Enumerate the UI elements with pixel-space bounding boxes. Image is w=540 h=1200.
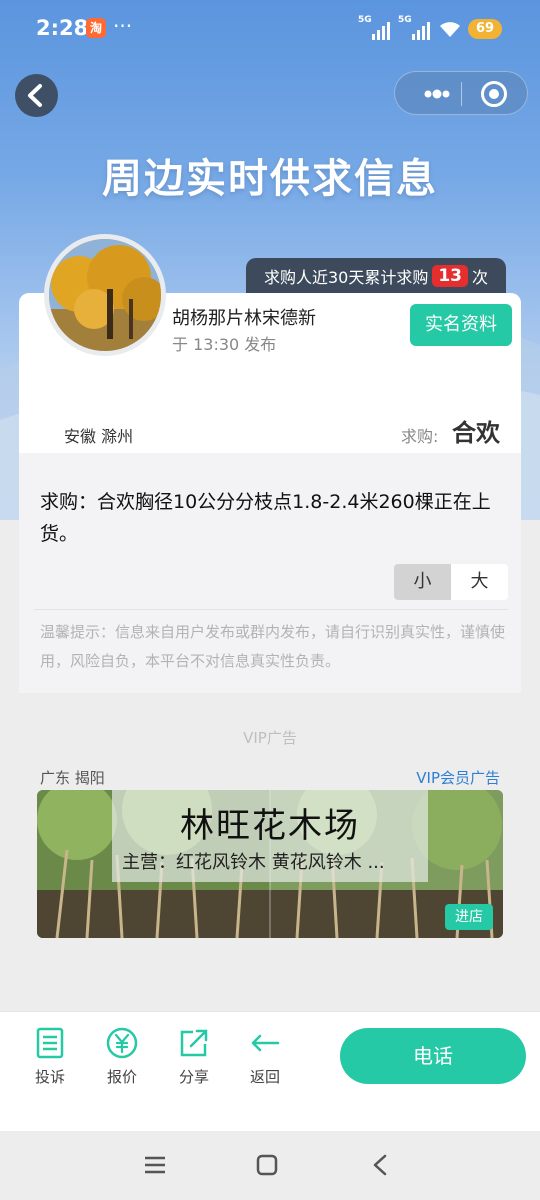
bottom-action-bar: 投诉 报价 分享 返回 电话 [0,1011,540,1131]
taobao-app-icon: 淘 [86,18,106,38]
return-label: 返回 [249,1068,280,1086]
system-back-icon[interactable] [370,1153,390,1177]
signal-icon: 5G [398,15,432,40]
return-button[interactable]: 返回 [235,1026,295,1087]
back-arrow-icon [251,1034,280,1052]
enter-shop-button[interactable]: 进店 [445,904,493,930]
disclaimer-notice: 温馨提示：信息来自用户发布或群内发布，请自行识别真实性，谨慎使用，风险自负，本平… [40,623,506,670]
post-time: 于 13:30 发布 [172,335,277,354]
quote-label: 报价 [106,1068,137,1086]
avatar-image [49,239,161,351]
status-bar: 2:28 淘 ··· 5G 5G 69 [0,0,540,60]
more-notifications-icon: ··· [113,14,133,38]
ad-location: 广东 揭阳 [40,769,105,787]
complaint-button[interactable]: 投诉 [20,1026,80,1087]
battery-icon: 69 [468,19,502,39]
complaint-icon [36,1027,64,1059]
home-icon[interactable] [256,1154,278,1176]
count-prefix: 求购人近30天累计求购 [263,268,429,287]
share-label: 分享 [178,1068,209,1086]
capsule-divider [461,82,462,106]
divider [34,609,508,610]
font-size-large-button[interactable]: 大 [451,564,508,600]
page-title: 周边实时供求信息 [102,156,438,202]
purchase-count-badge: 求购人近30天累计求购 13 次 [246,258,506,294]
ad-main-business: 主营：红花风铃木 黄花风铃木 ... [122,852,385,873]
miniprogram-capsule [394,71,528,115]
vip-ad-section-label: VIP广告 [243,729,297,747]
more-dots-icon [424,89,450,99]
quote-button[interactable]: 报价 [92,1026,152,1087]
complaint-label: 投诉 [34,1068,65,1086]
count-suffix: 次 [472,268,489,287]
status-time: 2:28 [36,16,89,40]
wifi-icon [440,22,460,37]
buy-product: 合欢 [452,419,500,447]
buy-label: 求购: [401,427,439,446]
phone-call-button[interactable]: 电话 [340,1028,526,1084]
close-miniprogram-icon[interactable] [481,81,507,107]
detail-section: 求购：合欢胸径10公分分枝点1.8-2.4米260棵正在上货。 小 大 温馨提示… [19,453,521,693]
chevron-left-icon [28,84,42,107]
vip-member-ad-link[interactable]: VIP会员广告 [416,767,500,788]
ad-shop-name: 林旺花木场 [180,806,360,846]
ad-banner[interactable]: 林旺花木场 主营：红花风铃木 黄花风铃木 ... 进店 [37,790,503,938]
recent-apps-icon[interactable] [143,1155,167,1175]
share-icon [180,1029,208,1057]
avatar[interactable] [44,234,166,356]
buyer-location: 安徽 滁州 [64,427,134,446]
back-button[interactable] [15,74,58,117]
ad-overlay: 林旺花木场 主营：红花风铃木 黄花风铃木 ... [112,790,428,882]
font-size-small-button[interactable]: 小 [394,564,451,600]
count-number: 13 [432,265,469,287]
yen-icon [106,1027,138,1059]
detail-text: 求购：合欢胸径10公分分枝点1.8-2.4米260棵正在上货。 [40,491,491,545]
font-size-toggle: 小 大 [394,564,508,600]
system-nav-bar [0,1131,540,1200]
share-button[interactable]: 分享 [164,1026,224,1087]
more-menu-button[interactable] [411,72,461,116]
status-icons: 5G 5G 69 [358,15,502,43]
poster-name: 胡杨那片林宋德新 [172,308,316,329]
signal-icon: 5G [358,15,392,40]
realname-info-button[interactable]: 实名资料 [410,304,512,346]
